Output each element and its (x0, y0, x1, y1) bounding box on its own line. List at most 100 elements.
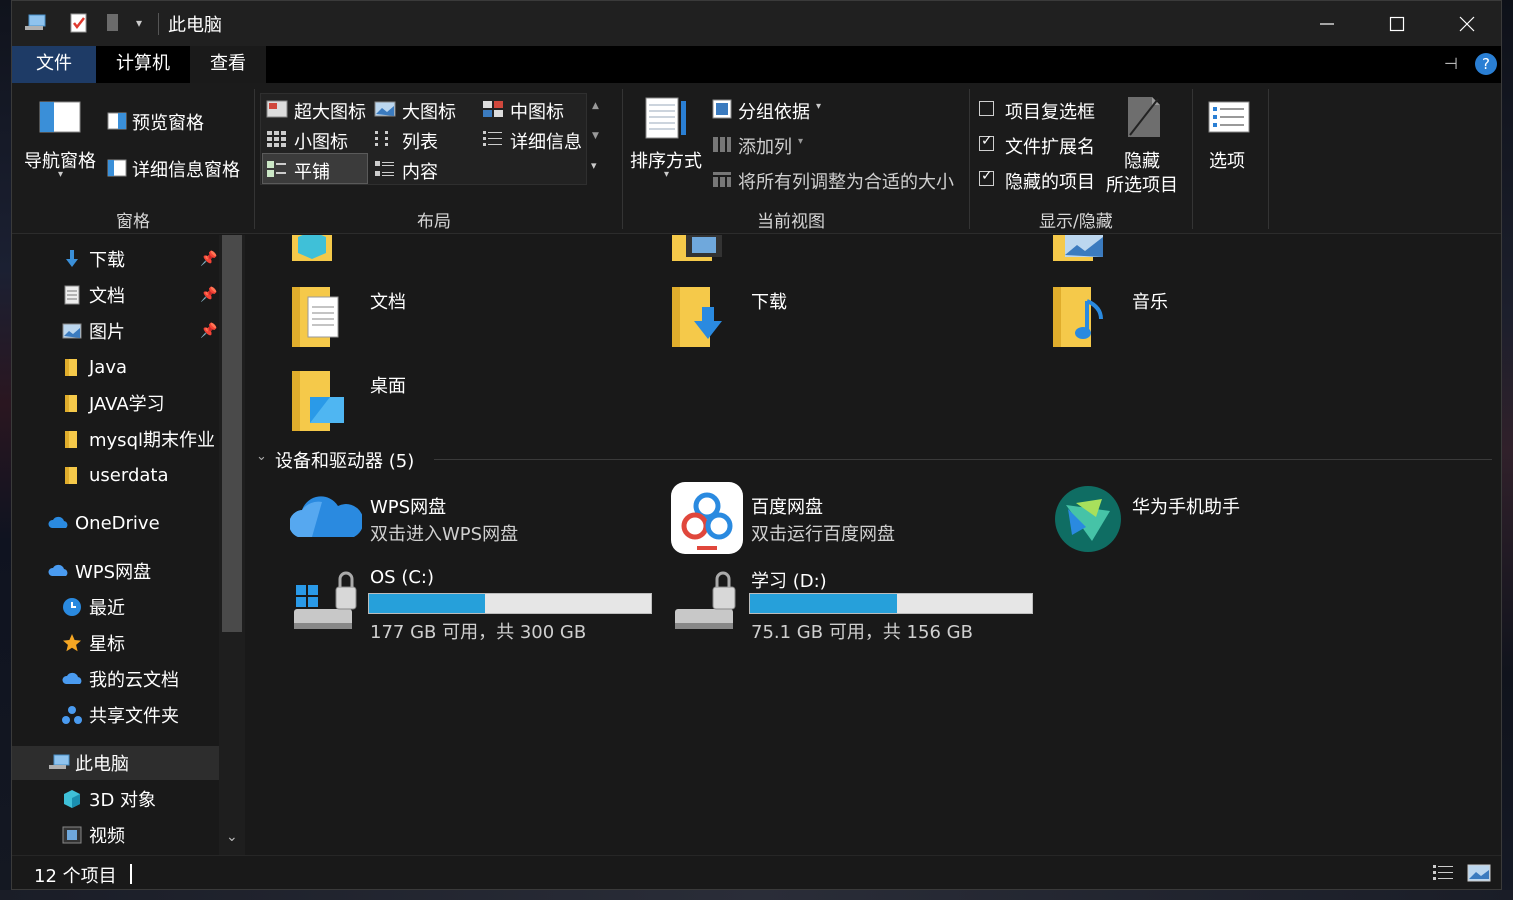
drive-name[interactable]: 学习 (D:) (751, 567, 827, 593)
layout-extra-large-icons[interactable]: 超大图标 (294, 98, 366, 124)
this-pc-icon[interactable] (22, 11, 48, 35)
details-view-icon[interactable] (1432, 863, 1454, 888)
downloads-folder-icon[interactable] (670, 283, 730, 354)
preview-pane-button[interactable]: 预览窗格 (132, 109, 204, 135)
pin-ribbon-icon[interactable]: ⊣ (1444, 54, 1458, 73)
collapse-chevron-icon[interactable]: ⌄ (256, 449, 267, 464)
wps-cloud-icon (48, 561, 68, 581)
wps-drive-icon[interactable] (289, 491, 364, 548)
nav-item-3d-objects[interactable]: 3D 对象 (62, 782, 156, 816)
pictures-folder-icon[interactable] (1051, 235, 1107, 270)
nav-item-videos[interactable]: 视频 (62, 818, 125, 852)
nav-item-my-cloud-docs[interactable]: 我的云文档 (62, 662, 179, 696)
layout-large-icons[interactable]: 大图标 (402, 98, 456, 124)
hidden-items-label[interactable]: 隐藏的项目 (1005, 168, 1095, 194)
group-by-dropdown-icon[interactable]: ▾ (816, 101, 821, 112)
nav-item-recent[interactable]: 最近 (62, 590, 125, 624)
ribbon-separator (622, 89, 623, 229)
group-by-button[interactable]: 分组依据 (738, 98, 810, 124)
hide-selected-line1[interactable]: 隐藏 (1124, 147, 1160, 173)
folder-name[interactable]: 下载 (751, 288, 787, 314)
nav-item-java[interactable]: Java (62, 350, 127, 384)
close-button[interactable] (1432, 1, 1501, 46)
layout-details[interactable]: 详细信息 (510, 128, 582, 154)
navigation-pane-icon[interactable] (39, 101, 81, 138)
music-folder-icon[interactable] (1051, 283, 1111, 354)
pin-icon[interactable]: 📌 (200, 287, 217, 303)
nav-item-label: mysql期末作业 (89, 430, 215, 451)
nav-item-label: 共享文件夹 (89, 706, 179, 727)
details-pane-button[interactable]: 详细信息窗格 (132, 156, 240, 182)
nav-scrollbar-thumb[interactable] (222, 235, 242, 632)
folder-name[interactable]: 音乐 (1132, 288, 1168, 314)
nav-item-label: userdata (89, 464, 169, 486)
pin-icon[interactable]: 📌 (200, 251, 217, 267)
nav-item-onedrive[interactable]: OneDrive (48, 506, 160, 540)
add-columns-dropdown-icon[interactable]: ▾ (798, 136, 803, 147)
size-all-columns-button[interactable]: 将所有列调整为合适的大小 (738, 168, 954, 194)
nav-item-starred[interactable]: 星标 (62, 626, 125, 660)
layout-scroll-up-icon[interactable]: ▲ (592, 101, 599, 111)
tab-file[interactable]: 文件 (12, 46, 96, 83)
layout-expand-icon[interactable]: ▾ (591, 159, 597, 172)
nav-item-this-pc[interactable]: 此电脑 (48, 746, 129, 780)
layout-group-label: 布局 (417, 212, 451, 232)
new-folder-icon[interactable] (102, 11, 122, 35)
pin-icon[interactable]: 📌 (200, 323, 217, 339)
minimize-button[interactable] (1292, 1, 1362, 46)
layout-small-icons[interactable]: 小图标 (294, 128, 348, 154)
baidu-netdisk-icon[interactable] (671, 482, 743, 559)
hidden-items-checkbox[interactable] (979, 168, 994, 186)
folder-name[interactable]: 文档 (370, 288, 406, 314)
computer-icon (48, 753, 70, 773)
ribbon-tabs: 文件 计算机 查看 ⊣ ? (12, 46, 1501, 83)
nav-item-userdata[interactable]: userdata (62, 458, 169, 492)
scroll-down-icon[interactable]: ⌄ (226, 829, 238, 845)
close-icon (1459, 16, 1475, 31)
data-drive-icon[interactable] (673, 569, 743, 642)
item-checkboxes-label[interactable]: 项目复选框 (1005, 98, 1095, 124)
videos-folder-icon[interactable] (670, 235, 726, 270)
file-extensions-label[interactable]: 文件扩展名 (1005, 133, 1095, 159)
layout-content[interactable]: 内容 (402, 158, 438, 184)
properties-icon[interactable] (68, 11, 90, 35)
maximize-button[interactable] (1362, 1, 1432, 46)
device-name[interactable]: 华为手机助手 (1132, 493, 1240, 519)
drive-name[interactable]: OS (C:) (370, 567, 434, 588)
devices-section-header[interactable]: 设备和驱动器 (5) (275, 447, 414, 473)
current-view-group-label: 当前视图 (757, 212, 825, 232)
nav-item-documents[interactable]: 文档 (62, 278, 125, 312)
documents-folder-icon[interactable] (290, 283, 346, 354)
nav-item-wps-drive[interactable]: WPS网盘 (48, 554, 151, 588)
layout-list[interactable]: 列表 (402, 128, 438, 154)
nav-item-shared-folders[interactable]: 共享文件夹 (62, 698, 179, 732)
os-drive-icon[interactable] (292, 569, 362, 642)
tab-view[interactable]: 查看 (190, 46, 266, 83)
nav-item-mysql[interactable]: mysql期末作业 (62, 422, 215, 456)
nav-item-downloads[interactable]: 下载 (62, 242, 125, 276)
list-icon (374, 130, 396, 153)
quick-access-dropdown-icon[interactable]: ▾ (130, 11, 148, 35)
3d-objects-folder-icon[interactable] (290, 235, 346, 270)
item-checkboxes-checkbox[interactable] (979, 101, 994, 116)
options-button[interactable]: 选项 (1209, 147, 1245, 173)
add-columns-button[interactable]: 添加列 (738, 133, 792, 159)
nav-item-pictures[interactable]: 图片 (62, 314, 125, 348)
desktop-folder-icon[interactable] (290, 367, 350, 438)
layout-tiles[interactable]: 平铺 (294, 158, 330, 184)
device-name[interactable]: 百度网盘 (751, 493, 823, 519)
huawei-hisuite-icon[interactable] (1054, 485, 1122, 558)
device-name[interactable]: WPS网盘 (370, 493, 446, 519)
file-extensions-checkbox[interactable] (979, 133, 994, 151)
layout-scroll-down-icon[interactable]: ▼ (592, 131, 599, 141)
hide-selected-line2[interactable]: 所选项目 (1106, 171, 1178, 197)
extra-large-icons-icon (266, 100, 288, 123)
large-icons-view-icon[interactable] (1467, 863, 1491, 888)
tab-computer[interactable]: 计算机 (96, 46, 190, 83)
sort-by-dropdown-icon[interactable]: ▾ (664, 169, 669, 180)
folder-name[interactable]: 桌面 (370, 372, 406, 398)
nav-item-java-study[interactable]: JAVA学习 (62, 386, 165, 420)
help-icon[interactable]: ? (1475, 53, 1497, 75)
layout-medium-icons[interactable]: 中图标 (510, 98, 564, 124)
nav-pane-dropdown-icon[interactable]: ▾ (58, 169, 63, 180)
